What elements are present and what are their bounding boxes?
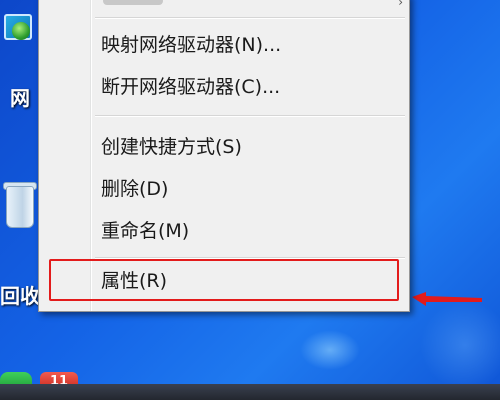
menu-separator [95,17,405,18]
red-highlight-box [49,259,399,301]
desktop-glow [420,300,500,390]
submenu-arrow-icon: › [398,0,403,9]
context-menu: › 映射网络驱动器(N)... 断开网络驱动器(C)... 创建快捷方式(S) … [38,0,410,312]
recycle-bin-icon [6,186,34,228]
menu-item-top-partial[interactable]: › [95,0,403,9]
partial-label [103,0,163,5]
taskbar[interactable] [0,384,500,400]
red-arrow-icon [412,292,482,306]
menu-item-create-shortcut[interactable]: 创建快捷方式(S) [95,129,401,165]
menu-item-delete[interactable]: 删除(D) [95,171,401,207]
menu-item-map-network-drive[interactable]: 映射网络驱动器(N)... [95,27,401,63]
network-desktop-icon[interactable] [0,8,36,68]
desktop-glow [300,330,360,370]
menu-separator [95,257,405,258]
menu-separator [95,115,405,116]
menu-item-rename[interactable]: 重命名(M) [95,213,401,249]
network-icon-label: 网 [10,86,30,110]
recycle-bin-desktop-icon[interactable] [0,180,37,232]
menu-item-disconnect-network-drive[interactable]: 断开网络驱动器(C)... [95,69,401,105]
globe-icon [12,22,30,40]
recycle-bin-label: 回收 [0,284,40,308]
